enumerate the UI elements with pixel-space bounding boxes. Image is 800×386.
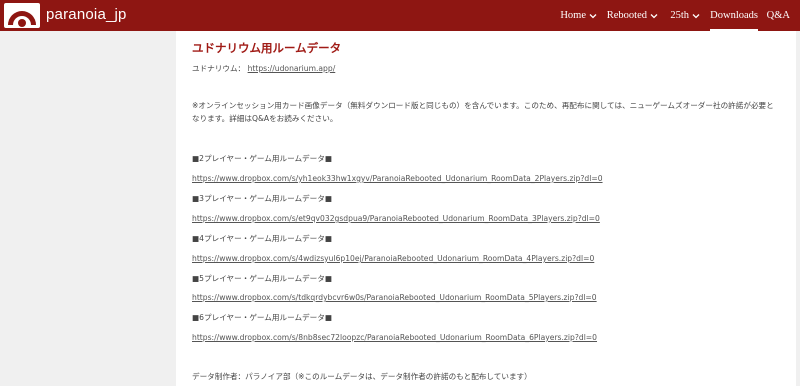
license-note-line-2: なります。詳細はQ&Aをお読みください。 [192, 114, 338, 123]
udonarium-line: ユドナリウム： https://udonarium.app/ [192, 63, 335, 75]
download-heading-4p: ■4プレイヤー・ゲーム用ルームデータ■ [192, 234, 332, 243]
page-title: ユドナリウム用ルームデータ [192, 41, 342, 55]
license-note-line-1: ※オンラインセッション用カード画像データ（無料ダウンロード版と同じもの）を含んで… [192, 101, 774, 110]
nav-downloads-label: Downloads [710, 10, 758, 21]
nav-rebooted-label: Rebooted [606, 10, 647, 21]
nav-25th[interactable]: 25th [670, 0, 700, 31]
udonarium-link[interactable]: https://udonarium.app/ [248, 64, 336, 73]
download-link-3p: https://www.dropbox.com/s/et9qv032gsdpua… [192, 213, 600, 225]
download-heading-3p: ■3プレイヤー・ゲーム用ルームデータ■ [192, 194, 332, 203]
nav-qa-label: Q&A [766, 10, 790, 21]
nav-home-label: Home [560, 10, 586, 21]
nav-rebooted[interactable]: Rebooted [607, 0, 658, 31]
udonarium-label: ユドナリウム： [192, 64, 246, 73]
chevron-down-icon [650, 13, 658, 19]
chevron-down-icon [692, 13, 700, 19]
paranoia-logo-icon [4, 3, 40, 28]
download-link-5p: https://www.dropbox.com/s/tdkqrdybcvr6w0… [192, 292, 597, 304]
download-heading-5p: ■5プレイヤー・ゲーム用ルームデータ■ [192, 274, 332, 283]
nav-qa[interactable]: Q&A [767, 0, 790, 31]
dropbox-link-2p[interactable]: https://www.dropbox.com/s/yh1eok33hw1xgy… [192, 174, 603, 183]
site-logo[interactable] [4, 3, 40, 28]
data-credit: データ制作者：パラノイア部（※このルームデータは、データ制作者の許諾のもと配布し… [192, 372, 532, 381]
nav-home[interactable]: Home [560, 0, 597, 31]
download-heading-2p: ■2プレイヤー・ゲーム用ルームデータ■ [192, 154, 332, 163]
top-navigation-bar: paranoia_jp Home Rebooted 25th Downloads… [0, 0, 800, 31]
site-name[interactable]: paranoia_jp [46, 6, 127, 24]
license-note: ※オンラインセッション用カード画像データ（無料ダウンロード版と同じもの）を含んで… [192, 99, 782, 125]
dropbox-link-3p[interactable]: https://www.dropbox.com/s/et9qv032gsdpua… [192, 214, 600, 223]
download-link-4p: https://www.dropbox.com/s/4wdizsyul6p10e… [192, 253, 594, 265]
download-heading-6p: ■6プレイヤー・ゲーム用ルームデータ■ [192, 313, 332, 322]
dropbox-link-4p[interactable]: https://www.dropbox.com/s/4wdizsyul6p10e… [192, 254, 594, 263]
download-link-6p: https://www.dropbox.com/s/8nb8sec72loopz… [192, 332, 597, 344]
chevron-down-icon [589, 13, 597, 19]
download-link-2p: https://www.dropbox.com/s/yh1eok33hw1xgy… [192, 173, 603, 185]
nav-25th-label: 25th [670, 10, 689, 21]
dropbox-link-6p[interactable]: https://www.dropbox.com/s/8nb8sec72loopz… [192, 333, 597, 342]
nav-downloads[interactable]: Downloads [710, 0, 758, 31]
dropbox-link-5p[interactable]: https://www.dropbox.com/s/tdkqrdybcvr6w0… [192, 293, 597, 302]
content-area: ユドナリウム用ルームデータ ユドナリウム： https://udonarium.… [176, 31, 796, 386]
